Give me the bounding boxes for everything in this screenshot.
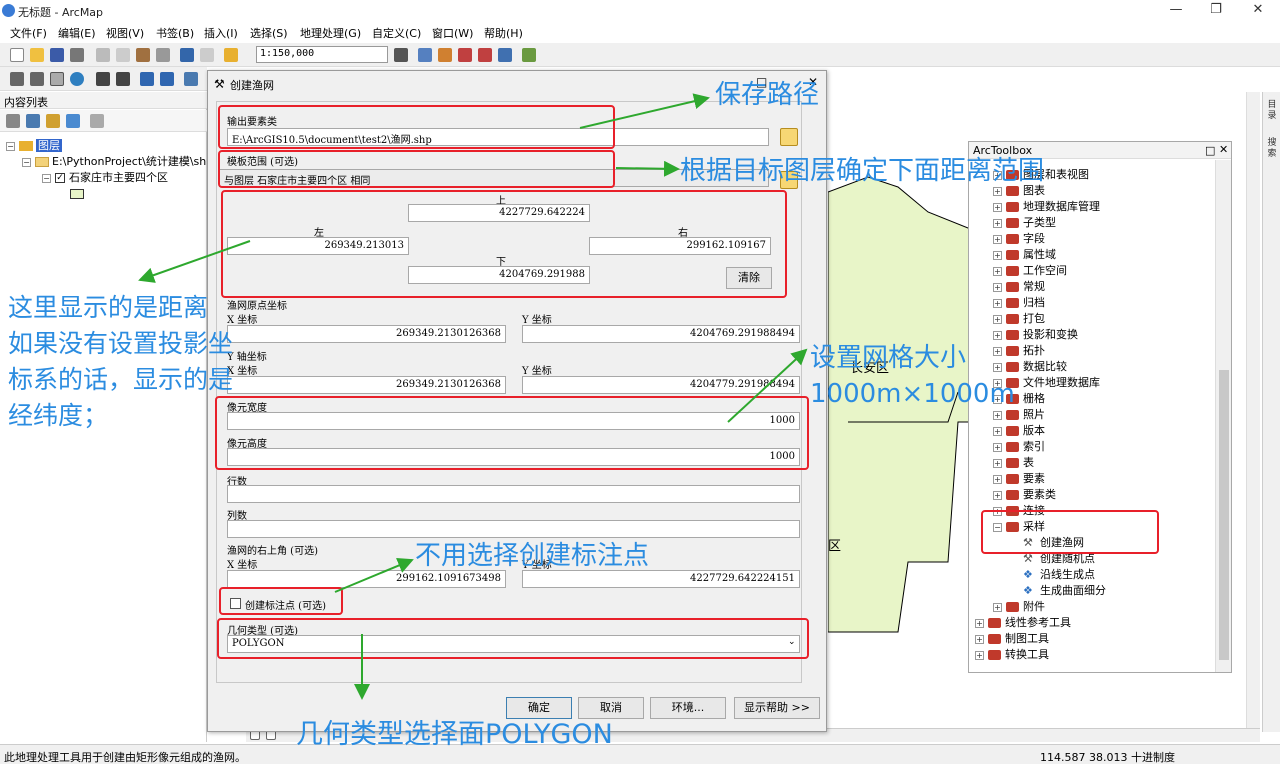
arrow-grid xyxy=(727,348,808,423)
arrow-save-path xyxy=(579,93,710,129)
annotation-grid: 设置网格大小 1000m×1000m xyxy=(810,343,1015,409)
annotation-distance: 这里显示的是距离 如果没有设置投影坐 标系的话，显示的是 经纬度； xyxy=(8,293,234,430)
annotation-save-path: 保存路径 xyxy=(715,80,820,110)
arrow-labels xyxy=(334,557,414,593)
arrow-extent xyxy=(615,160,680,177)
arrow-distance xyxy=(138,240,251,283)
annotation-geometry: 几何类型选择面POLYGON xyxy=(296,719,613,750)
annotation-extent: 根据目标图层确定下面距离范围 xyxy=(680,156,1045,186)
annotation-labels: 不用选择创建标注点 xyxy=(415,541,650,571)
